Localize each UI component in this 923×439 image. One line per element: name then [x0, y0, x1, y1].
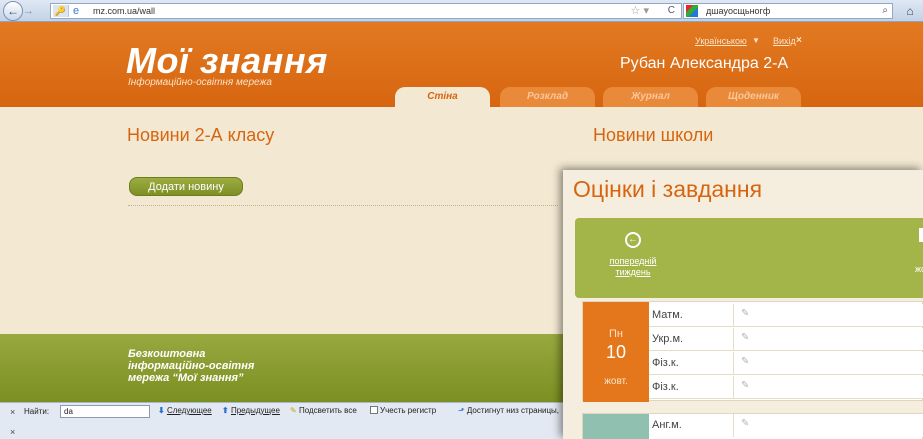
popup-title: Оцінки і завдання: [573, 176, 763, 202]
info-icon: ⬏: [458, 406, 465, 415]
search-bar[interactable]: дшаyoсщьногф ⌕: [683, 3, 893, 19]
previous-week-line[interactable]: попередній: [593, 256, 673, 267]
next-day-block: Анг.м. ✎: [582, 413, 923, 439]
table-row: Фіз.к. ✎: [649, 352, 923, 375]
search-input[interactable]: дшаyoсщьногф: [706, 6, 770, 16]
day-cell: [583, 414, 649, 439]
class-news-title: Новини 2-А класу: [127, 125, 275, 145]
table-row: Анг.м. ✎: [649, 414, 923, 437]
home-icon[interactable]: ⌂: [900, 3, 920, 19]
find-next-button[interactable]: ⬇ Следующее: [158, 406, 212, 415]
site-identity-icon[interactable]: 🔑: [53, 5, 69, 17]
pencil-icon[interactable]: ✎: [741, 332, 749, 343]
arrow-up-icon: ⬆: [222, 406, 229, 415]
user-name: Рубан Александра 2-А: [620, 55, 789, 72]
match-case-checkbox[interactable]: Учесть регистр: [370, 406, 436, 415]
forward-button[interactable]: →: [23, 4, 37, 18]
find-next-label: Следующее: [166, 406, 212, 415]
table-row: Укр.м. ✎: [649, 328, 923, 351]
add-news-button[interactable]: Додати новину: [129, 177, 243, 196]
find-prev-label: Предыдущее: [230, 406, 280, 415]
footer-line: Безкоштовна: [128, 348, 206, 360]
highlight-all-label: Подсветить все: [298, 406, 357, 415]
close-icon[interactable]: ×: [10, 427, 15, 437]
date-fragment: [919, 228, 923, 242]
pencil-icon[interactable]: ✎: [741, 356, 749, 367]
site-logo-subtitle: Інформаційно-освітня мережа: [128, 77, 272, 88]
divider: [128, 205, 558, 206]
footer-tagline: Безкоштовна інформаційно-освітня мережа …: [128, 348, 328, 384]
site-logo[interactable]: Мої знання: [126, 40, 328, 82]
school-news-title: Новини школи: [593, 125, 714, 145]
subject-name: Матм.: [649, 304, 734, 327]
subject-name: Фіз.к.: [649, 376, 734, 399]
grades-popup: Оцінки і завдання ← попередній тиждень ж…: [563, 170, 923, 439]
grades-table: Пн 10 жовт. Матм. ✎ Укр.м. ✎ Фіз.к. ✎ Фі…: [582, 301, 923, 402]
bookmark-star-icon[interactable]: ☆ ▾: [631, 4, 649, 18]
find-label: Найти:: [24, 407, 50, 416]
back-button[interactable]: ←: [3, 1, 23, 21]
day-cell: Пн 10 жовт.: [583, 302, 649, 402]
find-status: ⬏ Достигнут низ страницы,: [458, 406, 559, 415]
subject-name: Фіз.к.: [649, 352, 734, 375]
subject-name: Укр.м.: [649, 328, 734, 351]
subject-name: Анг.м.: [649, 414, 734, 437]
reload-icon[interactable]: C: [668, 4, 675, 18]
tab-diary[interactable]: Щоденник: [706, 87, 801, 107]
table-row: Фіз.к. ✎: [649, 376, 923, 399]
close-icon[interactable]: ×: [10, 407, 15, 417]
arrow-down-icon: ⬇: [158, 406, 165, 415]
browser-toolbar: ← → 🔑 e mz.com.ua/wall ☆ ▾ C дшаyoсщьног…: [0, 0, 923, 22]
find-prev-button[interactable]: ⬆ Предыдущее: [222, 406, 280, 415]
pencil-icon[interactable]: ✎: [741, 380, 749, 391]
week-navigation: ← попередній тиждень жо: [575, 218, 923, 298]
address-bar[interactable]: 🔑 e mz.com.ua/wall ☆ ▾ C: [50, 3, 682, 19]
url-text[interactable]: mz.com.ua/wall: [93, 6, 155, 16]
highlighter-icon: ✎: [290, 406, 297, 415]
previous-week-line[interactable]: тиждень: [593, 267, 673, 278]
match-case-label: Учесть регистр: [380, 406, 437, 415]
language-link[interactable]: Українською: [695, 36, 747, 46]
day-of-week: Пн: [609, 328, 623, 340]
day-number: 10: [605, 342, 627, 362]
find-input[interactable]: da: [60, 405, 150, 418]
logout-link[interactable]: Вихід: [773, 36, 796, 46]
day-month: жовт.: [604, 376, 628, 387]
table-row: Матм. ✎: [649, 304, 923, 327]
page-icon: e: [73, 5, 80, 17]
chevron-down-icon[interactable]: ▼: [752, 36, 760, 45]
previous-week-link[interactable]: попередній тиждень: [593, 256, 673, 278]
pencil-icon[interactable]: ✎: [741, 418, 749, 429]
previous-arrow-icon[interactable]: ←: [625, 232, 641, 248]
tab-schedule[interactable]: Розклад: [500, 87, 595, 107]
checkbox[interactable]: [370, 406, 378, 414]
month-fragment: жо: [915, 264, 923, 274]
search-engine-icon[interactable]: [686, 5, 698, 17]
footer-line: мережа “Мої знання”: [128, 372, 244, 384]
tab-wall[interactable]: Стіна: [395, 87, 490, 107]
footer-line: інформаційно-освітня: [128, 360, 255, 372]
search-icon[interactable]: ⌕: [882, 4, 888, 18]
tab-journal[interactable]: Журнал: [603, 87, 698, 107]
site-header: Мої знання Інформаційно-освітня мережа У…: [0, 22, 923, 107]
close-icon[interactable]: ×: [796, 35, 802, 46]
find-status-text: Достигнут низ страницы,: [466, 406, 560, 415]
pencil-icon[interactable]: ✎: [741, 308, 749, 319]
highlight-all-button[interactable]: ✎ Подсветить все: [290, 406, 357, 415]
